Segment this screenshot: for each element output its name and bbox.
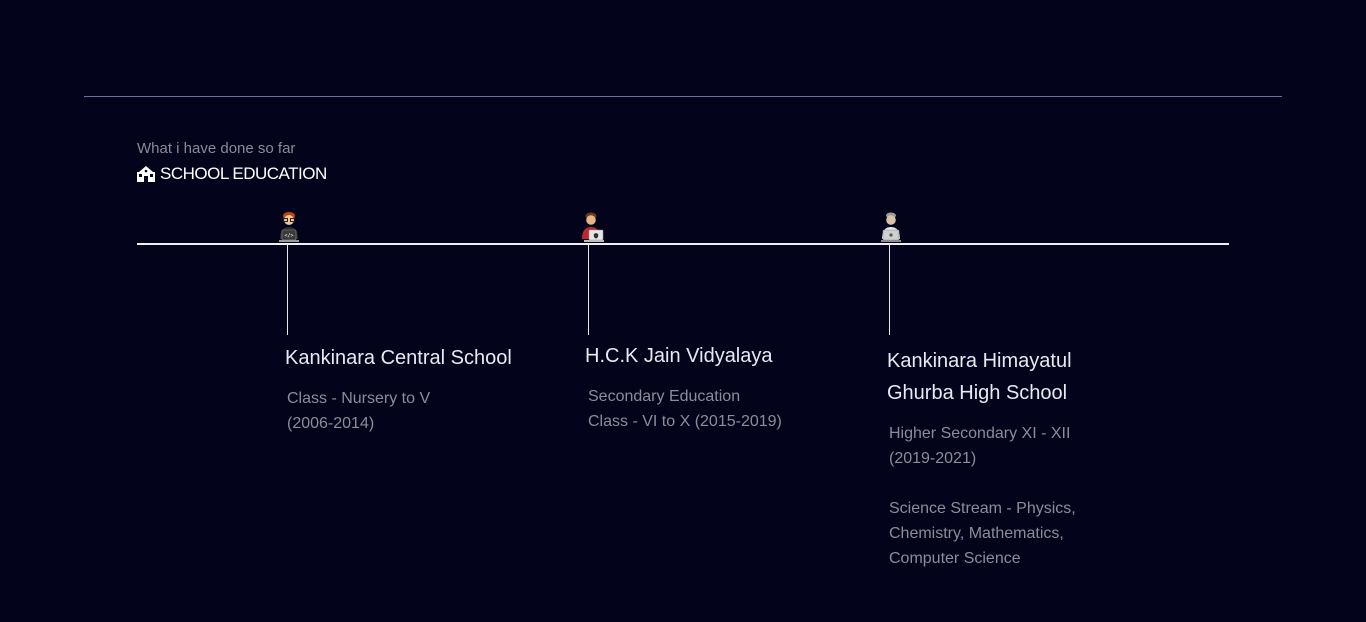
section-subtitle: What i have done so far xyxy=(137,140,296,157)
school-description: Class - Nursery to V (2006-2014) xyxy=(287,386,430,436)
laptop-avatar-icon xyxy=(580,211,604,243)
school-name: Kankinara Himayatul Ghurba High School xyxy=(887,345,1072,409)
school-name-line: Ghurba High School xyxy=(887,382,1068,404)
graduate-laptop-avatar-icon xyxy=(879,211,903,243)
timeline-connector xyxy=(889,244,890,335)
description-line: (2019-2021) xyxy=(889,450,977,467)
description-line: Higher Secondary XI - XII xyxy=(889,425,1071,442)
coder-avatar-icon: </> xyxy=(277,211,301,243)
section-title-text: SCHOOL EDUCATION xyxy=(160,164,327,183)
timeline-connector xyxy=(588,244,589,335)
school-description-extra: Science Stream - Physics, Chemistry, Mat… xyxy=(889,496,1076,571)
description-line: Computer Science xyxy=(889,550,1021,567)
school-description: Secondary Education Class - VI to X (201… xyxy=(588,384,782,434)
description-line: (2006-2014) xyxy=(287,415,375,432)
school-name: Kankinara Central School xyxy=(285,347,512,369)
school-name-line: Kankinara Himayatul xyxy=(887,350,1072,372)
school-description: Higher Secondary XI - XII (2019-2021) xyxy=(889,421,1070,471)
svg-text:</>: </> xyxy=(284,233,293,239)
school-icon xyxy=(136,166,156,182)
school-name: H.C.K Jain Vidyalaya xyxy=(585,345,773,367)
timeline-connector xyxy=(287,244,288,335)
description-line: Chemistry, Mathematics, xyxy=(889,525,1064,542)
description-line: Class - Nursery to V xyxy=(287,390,431,407)
description-line: Science Stream - Physics, xyxy=(889,500,1076,517)
top-divider xyxy=(84,96,1282,97)
section-title: SCHOOL EDUCATION xyxy=(136,164,327,184)
description-line: Class - VI to X (2015-2019) xyxy=(588,413,782,430)
timeline-line xyxy=(137,243,1229,245)
description-line: Secondary Education xyxy=(588,388,741,405)
